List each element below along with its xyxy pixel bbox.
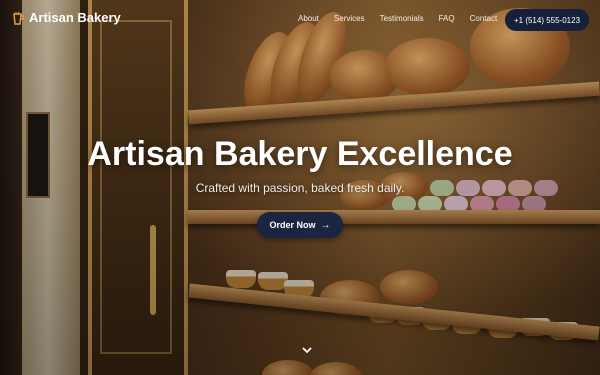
brand-logo[interactable]: Artisan Bakery [12,10,121,25]
nav-links: About Services Testimonials FAQ Contact [298,14,497,23]
phone-button[interactable]: +1 (514) 555-0123 [505,9,589,31]
brand-name: Artisan Bakery [29,10,121,25]
order-now-button[interactable]: Order Now → [257,212,343,238]
hero-subtitle: Crafted with passion, baked fresh daily. [195,181,405,195]
hero-title: Artisan Bakery Excellence [87,135,513,173]
top-nav: Artisan Bakery About Services Testimonia… [0,0,600,40]
nav-link-testimonials[interactable]: Testimonials [380,14,424,23]
order-now-label: Order Now [269,220,316,230]
nav-link-faq[interactable]: FAQ [439,14,455,23]
nav-link-about[interactable]: About [298,14,319,23]
nav-link-services[interactable]: Services [334,14,365,23]
chevron-down-icon[interactable] [301,345,313,355]
arrow-right-icon: → [320,219,331,231]
cup-icon [13,11,24,25]
nav-link-contact[interactable]: Contact [470,14,498,23]
